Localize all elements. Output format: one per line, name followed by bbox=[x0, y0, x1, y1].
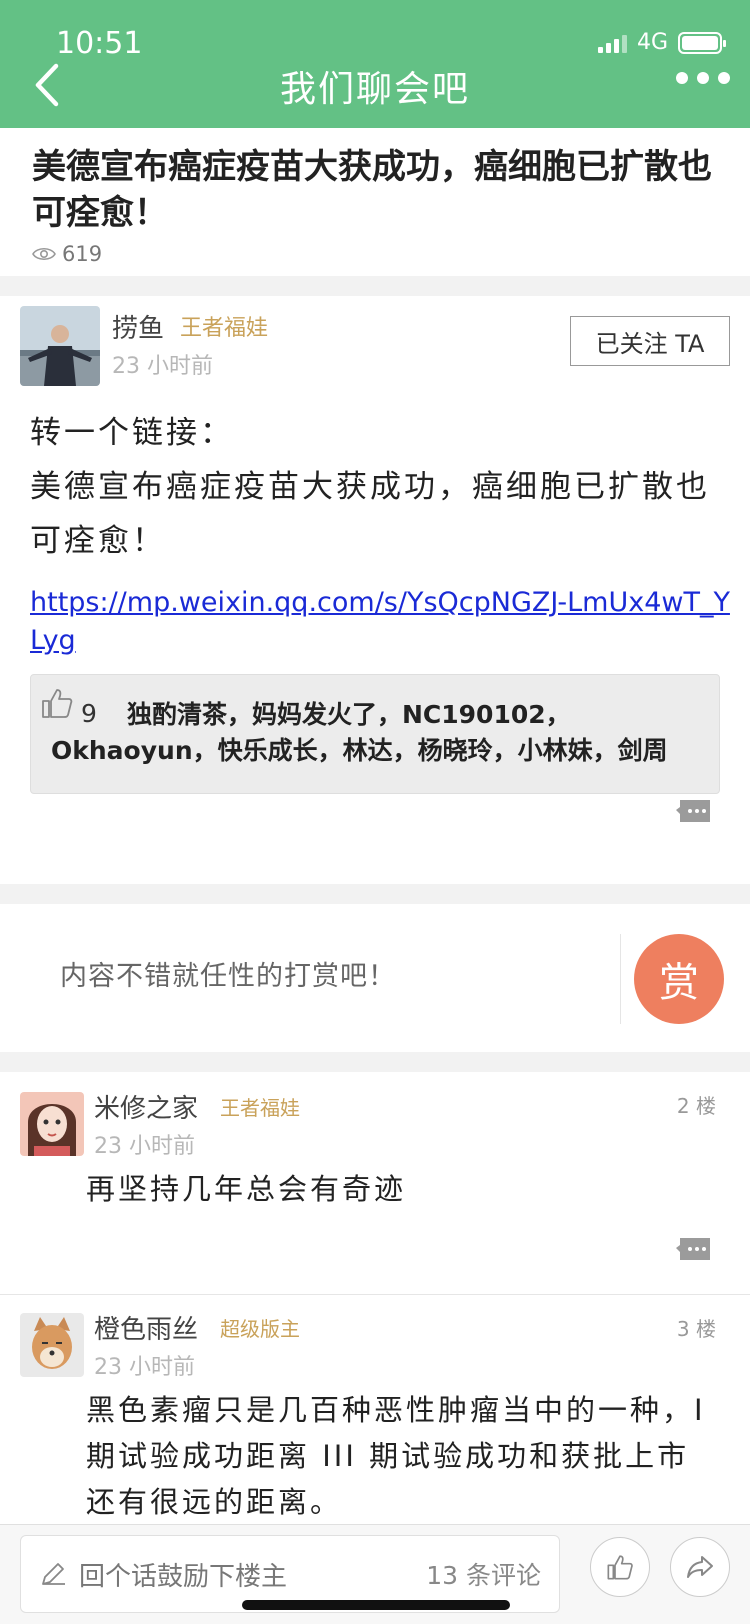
likes-panel: 9 独酌清茶，妈妈发火了，NC190102，Okhaoyun，快乐成长，林达，杨… bbox=[30, 674, 720, 794]
app-header: 10:51 4G 我们聊会吧 bbox=[0, 0, 750, 128]
reward-prompt: 内容不错就任性的打赏吧！ bbox=[60, 961, 396, 992]
view-count: 619 bbox=[32, 242, 718, 266]
signal-icon bbox=[597, 33, 627, 53]
comment-icon[interactable] bbox=[676, 798, 712, 824]
post-body: 转一个链接： 美德宣布癌症疫苗大获成功，癌细胞已扩散也可痊愈！ bbox=[30, 406, 720, 568]
commenter-name[interactable]: 橙色雨丝 bbox=[94, 1309, 198, 1346]
commenter-avatar[interactable] bbox=[20, 1313, 84, 1377]
home-indicator bbox=[242, 1600, 510, 1610]
follow-button[interactable]: 已关注 TA bbox=[570, 316, 730, 366]
view-count-value: 619 bbox=[62, 242, 103, 266]
comment-count[interactable]: 13 条评论 bbox=[426, 1556, 541, 1592]
commenter-name[interactable]: 米修之家 bbox=[94, 1088, 198, 1125]
reward-button[interactable]: 赏 bbox=[634, 934, 724, 1024]
eye-icon bbox=[32, 247, 56, 261]
commenter-rank-badge: 超级版主 bbox=[220, 1317, 300, 1341]
main-post: 捞鱼 王者福娃 23 小时前 已关注 TA 转一个链接： 美德宣布癌症疫苗大获成… bbox=[0, 296, 750, 884]
more-options-icon[interactable] bbox=[676, 72, 730, 84]
comment-item: 米修之家 王者福娃 23 小时前 2 楼 再坚持几年总会有奇迹 bbox=[0, 1072, 750, 1294]
reward-section: 内容不错就任性的打赏吧！ 赏 bbox=[0, 904, 750, 1052]
commenter-rank-badge: 王者福娃 bbox=[220, 1096, 300, 1120]
post-link[interactable]: https://mp.weixin.qq.com/s/YsQcpNGZJ-LmU… bbox=[30, 584, 730, 660]
article-title: 美德宣布癌症疫苗大获成功，癌细胞已扩散也可痊愈！ bbox=[32, 147, 712, 233]
share-button[interactable] bbox=[670, 1537, 730, 1597]
status-time: 10:51 bbox=[56, 26, 143, 61]
post-body-line: 美德宣布癌症疫苗大获成功，癌细胞已扩散也可痊愈！ bbox=[30, 469, 710, 559]
like-button[interactable] bbox=[590, 1537, 650, 1597]
pencil-icon bbox=[42, 1563, 65, 1585]
comment-text: 黑色素瘤只是几百种恶性肿瘤当中的一种，I 期试验成功距离 III 期试验成功和获… bbox=[86, 1393, 706, 1519]
battery-icon bbox=[678, 31, 726, 54]
author-rank-badge: 王者福娃 bbox=[180, 316, 269, 341]
reply-placeholder: 回个话鼓励下楼主 bbox=[79, 1561, 288, 1592]
share-arrow-icon bbox=[687, 1556, 713, 1578]
comment-time: 23 小时前 bbox=[94, 1134, 195, 1159]
floor-number: 3 楼 bbox=[676, 1317, 716, 1341]
floor-number: 2 楼 bbox=[676, 1094, 716, 1118]
author-avatar[interactable] bbox=[20, 306, 100, 386]
status-indicators: 4G bbox=[597, 30, 726, 55]
author-name[interactable]: 捞鱼 bbox=[112, 308, 164, 345]
thumbs-up-icon bbox=[607, 1555, 633, 1580]
page-title: 我们聊会吧 bbox=[279, 69, 470, 110]
divider bbox=[620, 934, 621, 1024]
comment-icon[interactable] bbox=[676, 1236, 712, 1262]
comment-time: 23 小时前 bbox=[94, 1355, 195, 1380]
comment-text: 再坚持几年总会有奇迹 bbox=[86, 1172, 407, 1206]
comment-item: 橙色雨丝 超级版主 23 小时前 3 楼 黑色素瘤只是几百种恶性肿瘤当中的一种，… bbox=[0, 1294, 750, 1524]
post-body-line: 转一个链接： bbox=[30, 415, 234, 451]
post-time: 23 小时前 bbox=[112, 354, 213, 379]
network-label: 4G bbox=[636, 30, 668, 55]
commenter-avatar[interactable] bbox=[20, 1092, 84, 1156]
liker-names[interactable]: 独酌清茶，妈妈发火了，NC190102，Okhaoyun，快乐成长，林达，杨晓玲… bbox=[51, 697, 711, 769]
article-header: 美德宣布癌症疫苗大获成功，癌细胞已扩散也可痊愈！ 619 bbox=[0, 128, 750, 276]
